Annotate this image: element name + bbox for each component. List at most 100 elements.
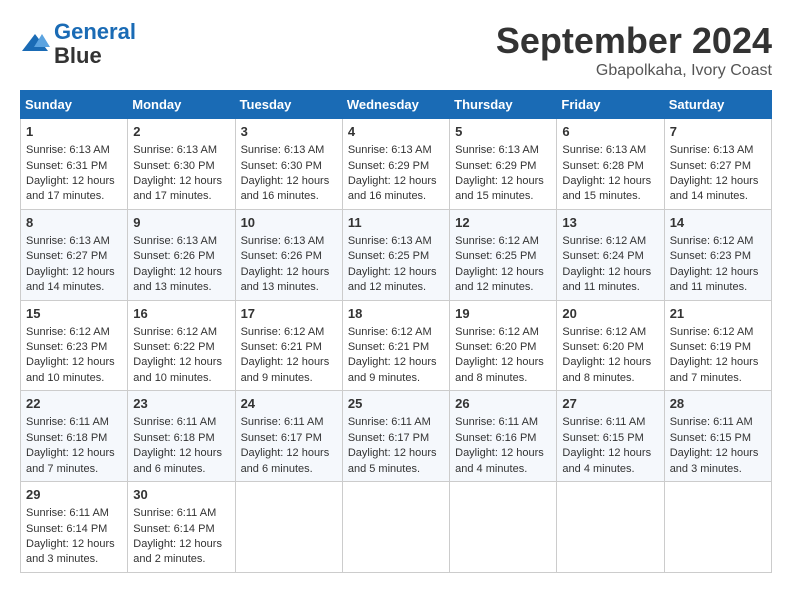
daylight-minutes: and 15 minutes.	[562, 190, 640, 202]
sunrise-label: Sunrise: 6:12 AM	[670, 235, 754, 247]
sunset-label: Sunset: 6:18 PM	[26, 432, 107, 444]
day-number: 1	[26, 123, 122, 141]
day-number: 13	[562, 214, 658, 232]
day-number: 23	[133, 395, 229, 413]
daylight-minutes: and 6 minutes.	[241, 463, 313, 475]
calendar-cell: 8Sunrise: 6:13 AMSunset: 6:27 PMDaylight…	[21, 209, 128, 300]
sunrise-label: Sunrise: 6:12 AM	[670, 326, 754, 338]
week-row-3: 15Sunrise: 6:12 AMSunset: 6:23 PMDayligh…	[21, 300, 772, 391]
sunrise-label: Sunrise: 6:13 AM	[348, 144, 432, 156]
daylight-minutes: and 9 minutes.	[241, 372, 313, 384]
daylight-label: Daylight: 12 hours	[670, 356, 759, 368]
sunrise-label: Sunrise: 6:11 AM	[562, 416, 645, 428]
daylight-label: Daylight: 12 hours	[133, 447, 222, 459]
calendar-cell: 18Sunrise: 6:12 AMSunset: 6:21 PMDayligh…	[342, 300, 449, 391]
week-row-5: 29 Sunrise: 6:11 AM Sunset: 6:14 PM Dayligh…	[21, 482, 772, 573]
daylight-minutes: and 6 minutes.	[133, 463, 205, 475]
day-number: 9	[133, 214, 229, 232]
daylight-label: Daylight: 12 hours	[562, 447, 651, 459]
calendar-cell: 2Sunrise: 6:13 AMSunset: 6:30 PMDaylight…	[128, 119, 235, 210]
calendar-cell: 11Sunrise: 6:13 AMSunset: 6:25 PMDayligh…	[342, 209, 449, 300]
daylight-minutes: and 7 minutes.	[670, 372, 742, 384]
week-row-4: 22 Sunrise: 6:11 AM Sunset: 6:18 PM Dayligh…	[21, 391, 772, 482]
calendar-cell: 26Sunrise: 6:11 AMSunset: 6:16 PMDayligh…	[450, 391, 557, 482]
calendar-cell: 12Sunrise: 6:12 AMSunset: 6:25 PMDayligh…	[450, 209, 557, 300]
daylight-label: Daylight: 12 hours	[348, 175, 437, 187]
calendar-cell: 14Sunrise: 6:12 AMSunset: 6:23 PMDayligh…	[664, 209, 771, 300]
day-number: 28	[670, 395, 766, 413]
location: Gbapolkaha, Ivory Coast	[496, 62, 772, 80]
sunrise-label: Sunrise: 6:12 AM	[241, 326, 325, 338]
calendar-cell: 7Sunrise: 6:13 AMSunset: 6:27 PMDaylight…	[664, 119, 771, 210]
sunrise-label: Sunrise: 6:11 AM	[455, 416, 538, 428]
sunset-label: Sunset: 6:29 PM	[455, 160, 536, 172]
day-number: 24	[241, 395, 337, 413]
day-number: 16	[133, 305, 229, 323]
sunrise-label: Sunrise: 6:12 AM	[455, 326, 539, 338]
day-number: 25	[348, 395, 444, 413]
daylight-minutes: and 12 minutes.	[455, 281, 533, 293]
days-header-row: SundayMondayTuesdayWednesdayThursdayFrid…	[21, 91, 772, 119]
daylight-label: Daylight: 12 hours	[562, 356, 651, 368]
sunrise-label: Sunrise: 6:11 AM	[133, 507, 216, 519]
sunset-label: Sunset: 6:15 PM	[670, 432, 751, 444]
calendar-cell: 25Sunrise: 6:11 AMSunset: 6:17 PMDayligh…	[342, 391, 449, 482]
daylight-minutes: and 10 minutes.	[133, 372, 211, 384]
calendar-cell: 16Sunrise: 6:12 AMSunset: 6:22 PMDayligh…	[128, 300, 235, 391]
sunset-label: Sunset: 6:18 PM	[133, 432, 214, 444]
sunset-label: Sunset: 6:20 PM	[455, 341, 536, 353]
sunset-label: Sunset: 6:28 PM	[562, 160, 643, 172]
day-number: 21	[670, 305, 766, 323]
daylight-minutes: and 3 minutes.	[670, 463, 742, 475]
daylight-label: Daylight: 12 hours	[348, 447, 437, 459]
daylight-label: Daylight: 12 hours	[455, 356, 544, 368]
calendar-cell: 24Sunrise: 6:11 AMSunset: 6:17 PMDayligh…	[235, 391, 342, 482]
sunrise-label: Sunrise: 6:13 AM	[455, 144, 539, 156]
daylight-minutes: and 4 minutes.	[455, 463, 527, 475]
daylight-minutes: and 5 minutes.	[348, 463, 420, 475]
day-number: 20	[562, 305, 658, 323]
sunrise-label: Sunrise: 6:11 AM	[26, 416, 109, 428]
sunrise-label: Sunrise: 6:13 AM	[133, 144, 217, 156]
sunset-label: Sunset: 6:30 PM	[241, 160, 322, 172]
day-number: 7	[670, 123, 766, 141]
sunrise-label: Sunrise: 6:12 AM	[562, 326, 646, 338]
sunrise-label: Sunrise: 6:13 AM	[26, 235, 110, 247]
sunset-label: Sunset: 6:14 PM	[133, 523, 214, 535]
sunset-label: Sunset: 6:31 PM	[26, 160, 107, 172]
day-number: 10	[241, 214, 337, 232]
daylight-label: Daylight: 12 hours	[26, 538, 115, 550]
calendar-cell: 15Sunrise: 6:12 AMSunset: 6:23 PMDayligh…	[21, 300, 128, 391]
sunrise-label: Sunrise: 6:13 AM	[348, 235, 432, 247]
sunrise-label: Sunrise: 6:11 AM	[241, 416, 324, 428]
sunset-label: Sunset: 6:25 PM	[348, 250, 429, 262]
day-number: 26	[455, 395, 551, 413]
daylight-minutes: and 7 minutes.	[26, 463, 98, 475]
day-number: 29	[26, 486, 122, 504]
day-number: 8	[26, 214, 122, 232]
sunset-label: Sunset: 6:27 PM	[670, 160, 751, 172]
daylight-label: Daylight: 12 hours	[26, 175, 115, 187]
day-header-friday: Friday	[557, 91, 664, 119]
day-header-monday: Monday	[128, 91, 235, 119]
day-header-wednesday: Wednesday	[342, 91, 449, 119]
sunrise-label: Sunrise: 6:12 AM	[348, 326, 432, 338]
daylight-label: Daylight: 12 hours	[670, 447, 759, 459]
sunrise-label: Sunrise: 6:11 AM	[670, 416, 753, 428]
day-number: 6	[562, 123, 658, 141]
daylight-minutes: and 10 minutes.	[26, 372, 104, 384]
daylight-label: Daylight: 12 hours	[133, 266, 222, 278]
sunrise-label: Sunrise: 6:13 AM	[241, 144, 325, 156]
sunrise-label: Sunrise: 6:11 AM	[133, 416, 216, 428]
sunrise-label: Sunrise: 6:13 AM	[670, 144, 754, 156]
day-number: 4	[348, 123, 444, 141]
day-number: 19	[455, 305, 551, 323]
sunrise-label: Sunrise: 6:12 AM	[26, 326, 110, 338]
sunset-label: Sunset: 6:21 PM	[241, 341, 322, 353]
logo: GeneralBlue	[20, 20, 136, 68]
day-number: 22	[26, 395, 122, 413]
day-header-saturday: Saturday	[664, 91, 771, 119]
calendar-cell: 19 Sunrise: 6:12 AM Sunset: 6:20 PM Dayligh…	[450, 300, 557, 391]
day-number: 17	[241, 305, 337, 323]
title-area: September 2024 Gbapolkaha, Ivory Coast	[496, 20, 772, 80]
